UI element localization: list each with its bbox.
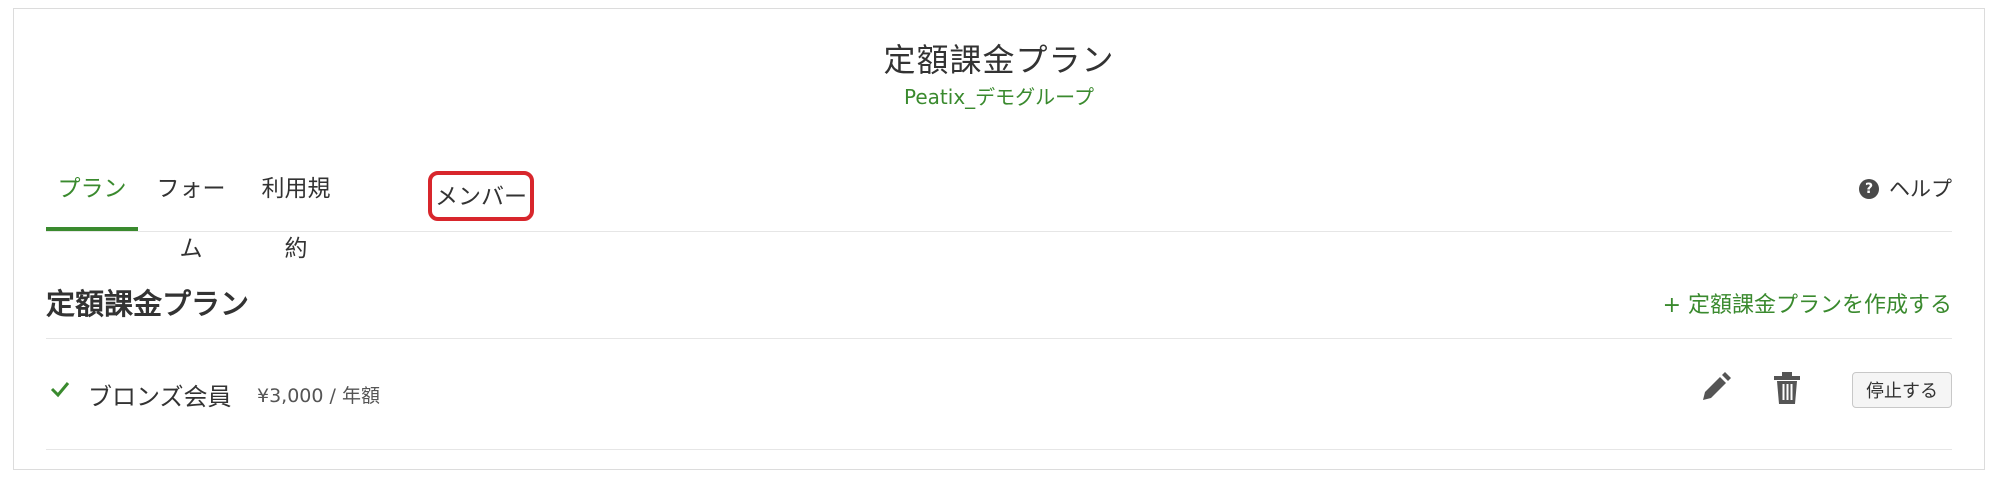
section-title: 定額課金プラン [46, 287, 250, 321]
tab-form[interactable]: フォーム [156, 159, 226, 262]
trash-icon[interactable] [1770, 371, 1804, 405]
stop-button[interactable]: 停止する [1852, 372, 1952, 408]
help-link[interactable]: ? ヘルプ [1859, 159, 1952, 219]
plan-name: ブロンズ会員 [88, 383, 232, 411]
tab-terms[interactable]: 利用規約 [251, 159, 341, 262]
plan-row: ブロンズ会員 ¥3,000 / 年額 停止する [46, 345, 1952, 451]
plan-price: ¥3,000 / 年額 [257, 385, 380, 407]
pencil-icon[interactable] [1698, 371, 1732, 405]
page-title: 定額課金プラン [883, 41, 1115, 79]
question-circle-icon: ? [1859, 179, 1879, 199]
tab-bar: プラン フォーム 利用規約 メンバー ? ヘルプ [46, 159, 1952, 262]
plan-page-panel: 定額課金プラン Peatix_デモグループ プラン フォーム 利用規約 メンバー… [13, 8, 1985, 470]
check-icon [50, 382, 70, 398]
help-label: ヘルプ [1889, 177, 1952, 201]
divider [46, 338, 1952, 339]
create-plan-link[interactable]: + 定額課金プランを作成する [1663, 287, 1952, 319]
divider [46, 449, 1952, 450]
tab-plan[interactable]: プラン [46, 159, 138, 231]
group-name-link[interactable]: Peatix_デモグループ [14, 81, 1984, 110]
tab-members[interactable]: メンバー [428, 171, 534, 221]
